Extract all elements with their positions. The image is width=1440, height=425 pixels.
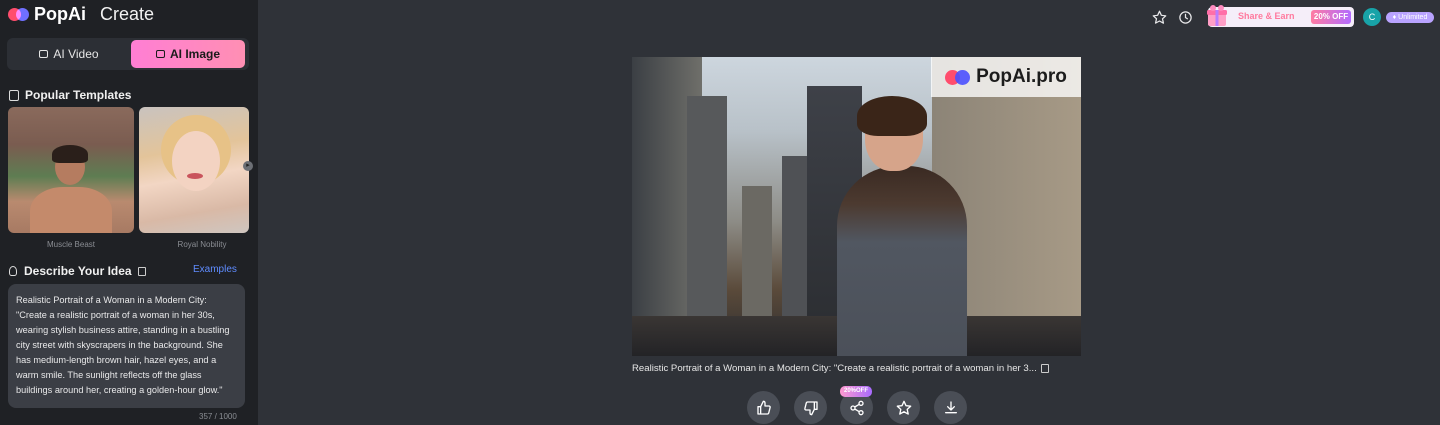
describe-idea-heading: Describe Your Idea <box>9 264 146 278</box>
image-caption: Realistic Portrait of a Woman in a Moder… <box>632 363 1082 374</box>
share-discount-badge: 20% OFF <box>1311 10 1351 24</box>
star-icon <box>896 400 911 415</box>
history-icon[interactable] <box>1177 9 1193 25</box>
section-title: Create <box>100 3 155 24</box>
dislike-button[interactable] <box>794 391 827 424</box>
plan-label: Unlimited <box>1398 14 1428 21</box>
download-icon <box>944 400 957 413</box>
mode-switch: AI Video AI Image <box>7 38 249 70</box>
video-icon <box>39 50 49 58</box>
share-promo-badge: 20%OFF <box>840 386 872 397</box>
share-icon <box>849 400 864 415</box>
template-label: Muscle Beast <box>46 240 96 249</box>
share-earn-label: Share & Earn <box>1238 11 1295 21</box>
gift-icon <box>1207 5 1227 26</box>
like-button[interactable] <box>747 391 780 424</box>
share-earn-button[interactable]: Share & Earn 20% OFF <box>1207 5 1354 27</box>
popai-logo-icon <box>8 6 30 22</box>
watermark: PopAi.pro <box>931 57 1081 97</box>
popai-logo-icon <box>945 68 971 86</box>
avatar[interactable]: C <box>1363 8 1381 26</box>
download-button[interactable] <box>934 391 967 424</box>
templates-next-icon[interactable]: ▸ <box>243 161 253 171</box>
thumbs-up-icon <box>756 400 771 415</box>
ai-video-label: AI Video <box>53 47 99 61</box>
ai-image-tab[interactable]: AI Image <box>131 40 245 68</box>
copy-icon[interactable] <box>137 266 146 276</box>
plan-badge: ♦ Unlimited <box>1386 12 1434 23</box>
image-icon <box>155 50 165 58</box>
template-card-royal-nobility[interactable] <box>139 107 249 233</box>
popular-templates-title: Popular Templates <box>25 88 132 102</box>
generated-image[interactable]: PopAi.pro <box>632 57 1081 356</box>
prompt-textarea[interactable]: Realistic Portrait of a Woman in a Moder… <box>8 284 245 408</box>
describe-idea-title: Describe Your Idea <box>24 264 132 278</box>
brand-name: PopAi <box>34 3 86 24</box>
examples-link[interactable]: Examples <box>193 264 237 275</box>
watermark-text: PopAi.pro <box>976 66 1067 87</box>
char-counter: 357 / 1000 <box>199 412 237 421</box>
ai-video-tab[interactable]: AI Video <box>9 40 129 68</box>
copy-icon[interactable] <box>1040 364 1049 373</box>
caption-text: Realistic Portrait of a Woman in a Moder… <box>632 363 1037 374</box>
template-label: Royal Nobility <box>177 240 227 249</box>
templates-icon <box>9 89 19 101</box>
brand[interactable]: PopAi Create <box>8 3 154 25</box>
favorites-star-icon[interactable] <box>1151 9 1167 25</box>
thumbs-down-icon <box>803 400 818 415</box>
template-card-muscle-beast[interactable] <box>8 107 134 233</box>
favorite-button[interactable] <box>887 391 920 424</box>
popular-templates-heading: Popular Templates <box>9 88 131 102</box>
sidebar: PopAi Create AI Video AI Image Popular T… <box>0 0 258 425</box>
ai-image-label: AI Image <box>169 47 220 61</box>
bulb-icon <box>9 266 17 276</box>
